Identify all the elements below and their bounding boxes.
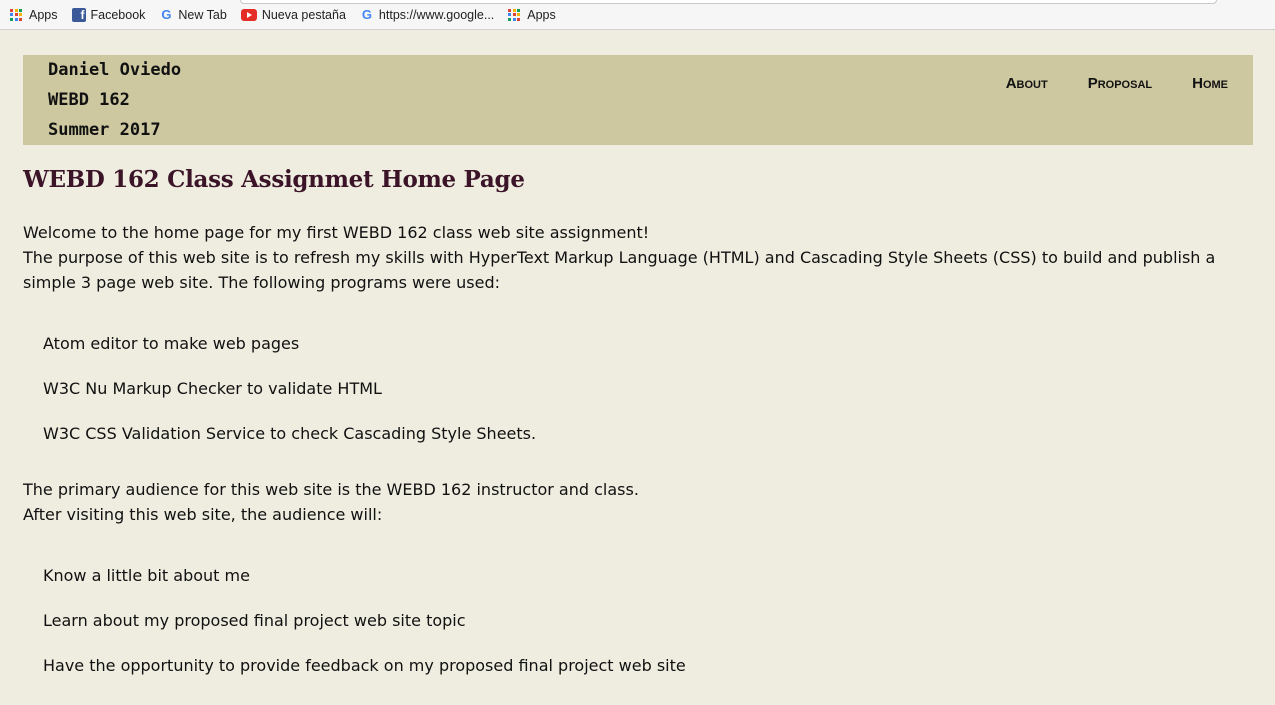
author-name: Daniel Oviedo <box>48 60 182 80</box>
nav-about-link[interactable]: About <box>1006 75 1048 92</box>
list-item: W3C Nu Markup Checker to validate HTML <box>43 379 382 398</box>
apps-grid-icon <box>508 8 521 22</box>
author-block: Daniel Oviedo WEBD 162 Summer 2017 <box>48 60 181 150</box>
bookmark-label: Nueva pestaña <box>261 8 346 22</box>
audience-line-1: The primary audience for this web site i… <box>23 480 639 499</box>
google-icon: G <box>161 7 172 22</box>
address-bar-edge <box>240 0 1217 4</box>
intro-line-1: Welcome to the home page for my first WE… <box>23 223 650 242</box>
bookmark-label: https://www.google... <box>378 8 495 22</box>
list-item: W3C CSS Validation Service to check Casc… <box>43 424 537 443</box>
bookmark-facebook[interactable]: f Facebook <box>71 8 146 22</box>
bookmark-google[interactable]: G https://www.google... <box>360 7 495 23</box>
term-label: Summer 2017 <box>48 120 161 140</box>
intro-line-2: The purpose of this web site is to refre… <box>23 248 1216 292</box>
list-item: Know a little bit about me <box>43 566 250 585</box>
youtube-icon <box>240 9 257 21</box>
page-title: WEBD 162 Class Assignmet Home Page <box>23 166 525 193</box>
bookmark-label: Apps <box>527 8 556 22</box>
google-icon: G <box>361 7 372 22</box>
bookmarks-bar: Apps f Facebook G New Tab Nueva pestaña … <box>0 0 1275 30</box>
audience-line-2: After visiting this web site, the audien… <box>23 505 383 524</box>
list-item: Learn about my proposed final project we… <box>43 611 466 630</box>
bookmark-apps-2[interactable]: Apps <box>508 8 556 22</box>
list-item: Have the opportunity to provide feedback… <box>43 656 686 675</box>
nav-proposal-link[interactable]: Proposal <box>1088 75 1152 92</box>
list-item: Atom editor to make web pages <box>43 334 300 353</box>
site-header: Daniel Oviedo WEBD 162 Summer 2017 About… <box>23 55 1253 145</box>
apps-grid-icon <box>10 8 23 22</box>
bookmark-label: Apps <box>29 8 58 22</box>
facebook-icon: f <box>71 8 86 22</box>
bookmark-label: Facebook <box>90 8 146 22</box>
main-nav: About Proposal Home <box>966 75 1228 92</box>
outcomes-list: Know a little bit about me Learn about m… <box>23 563 1238 698</box>
course-name: WEBD 162 <box>48 90 130 110</box>
bookmark-new-tab[interactable]: G New Tab <box>159 7 227 23</box>
nav-home-link[interactable]: Home <box>1192 75 1228 92</box>
bookmark-nueva-pestana[interactable]: Nueva pestaña <box>240 8 346 22</box>
bookmark-apps[interactable]: Apps <box>10 8 58 22</box>
bookmark-label: New Tab <box>178 8 227 22</box>
programs-list: Atom editor to make web pages W3C Nu Mar… <box>23 331 1238 466</box>
main-content: WEBD 162 Class Assignmet Home Page Welco… <box>23 166 1238 698</box>
